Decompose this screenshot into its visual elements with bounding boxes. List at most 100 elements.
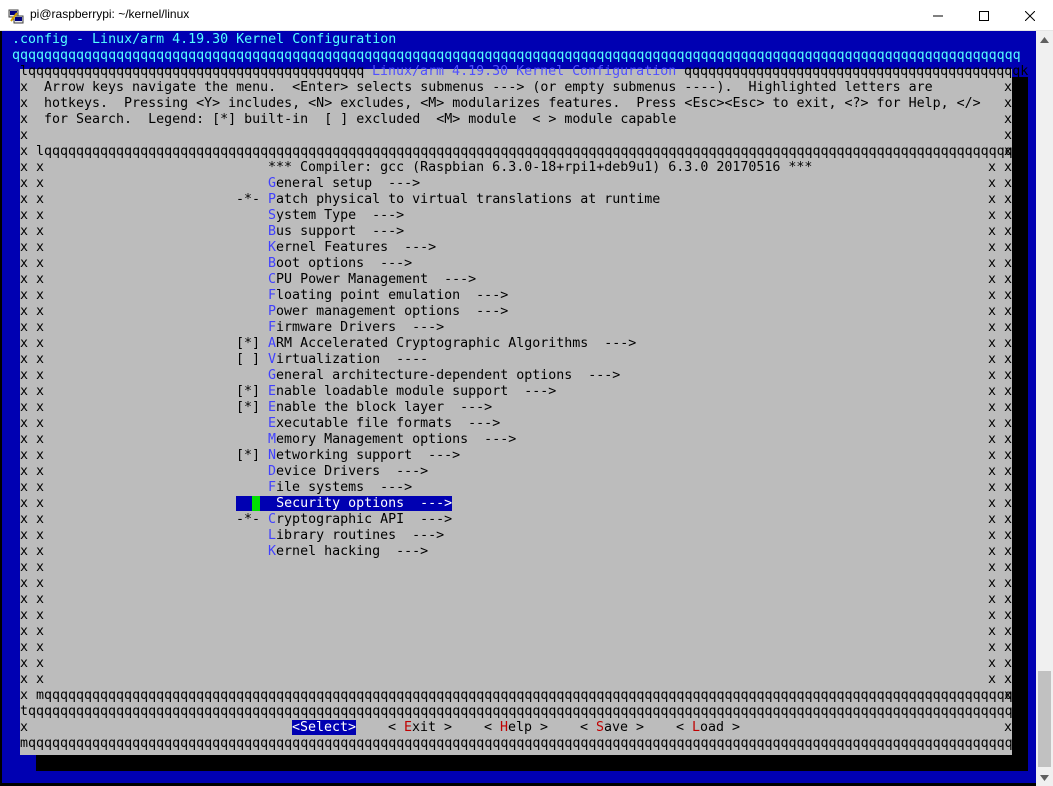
menu-item[interactable]: [*] ARM Accelerated Cryptographic Algori… — [236, 336, 636, 352]
menu-item[interactable]: Security options ---> — [236, 496, 453, 512]
dialog-side-border: x — [1004, 656, 1013, 671]
menu-item[interactable]: Device Drivers ---> — [236, 464, 428, 480]
menu-side-border: x — [988, 192, 997, 207]
vertical-scrollbar[interactable] — [1036, 31, 1053, 786]
menu-item[interactable]: Floating point emulation ---> — [236, 288, 508, 304]
menu-side-border: x — [36, 608, 45, 623]
menu-side-border: x — [36, 544, 45, 559]
menu-item[interactable]: Kernel Features ---> — [236, 240, 436, 256]
terminal-screen[interactable]: .config - Linux/arm 4.19.30 Kernel Confi… — [2, 31, 1036, 783]
maximize-button[interactable] — [961, 0, 1007, 31]
dialog-side-border: x — [20, 144, 29, 159]
dialog-side-border: x — [20, 576, 29, 591]
menu-item-label: nable the block layer ---> — [276, 400, 493, 415]
menu-side-border: x — [36, 624, 45, 639]
menu-side-border: x — [36, 448, 45, 463]
menu-item[interactable]: *** Compiler: gcc (Raspbian 6.3.0-18+rpi… — [236, 160, 812, 176]
menu-side-border: x — [988, 592, 997, 607]
exit-button[interactable]: < Exit > — [388, 720, 452, 736]
select-button[interactable]: <Select> — [292, 720, 357, 736]
menu-item[interactable]: Power management options ---> — [236, 304, 508, 320]
menu-item-label: *** Compiler: gcc (Raspbian 6.3.0-18+rpi… — [268, 160, 813, 175]
menu-item[interactable]: Boot options ---> — [236, 256, 412, 272]
help-text: Arrow keys navigate the menu. <Enter> se… — [44, 80, 933, 95]
button-hotkey: H — [500, 720, 509, 735]
dialog-side-border: x — [20, 256, 29, 271]
menu-side-border: x — [36, 592, 45, 607]
menu-side-border: x — [36, 672, 45, 687]
button-label: < — [388, 720, 405, 735]
putty-icon[interactable] — [8, 8, 24, 24]
menu-side-border: x — [988, 256, 997, 271]
menu-item-prefix — [236, 416, 268, 431]
menu-side-border: x — [988, 656, 997, 671]
menu-side-border: x — [36, 464, 45, 479]
scroll-up-button[interactable] — [1036, 31, 1053, 48]
button-label: xit > — [412, 720, 453, 735]
menu-item[interactable]: Kernel hacking ---> — [236, 544, 428, 560]
menu-side-border: x — [988, 288, 997, 303]
menu-item[interactable]: [*] Networking support ---> — [236, 448, 460, 464]
menu-item[interactable]: Library routines ---> — [236, 528, 444, 544]
dialog-side-border: x — [20, 720, 29, 735]
dialog-side-border: x — [1004, 448, 1013, 463]
menu-side-border: x — [988, 528, 997, 543]
dialog-side-border: x — [20, 176, 29, 191]
minimize-icon — [933, 15, 943, 16]
dialog-side-border: x — [20, 96, 29, 111]
menu-item-hotkey: C — [268, 272, 277, 287]
button-hotkey: E — [404, 720, 413, 735]
menu-item[interactable]: General setup ---> — [236, 176, 420, 192]
menu-side-border: x — [988, 400, 997, 415]
menu-side-border: x — [36, 512, 45, 527]
dialog-top-border: lqqqqqqqqqqqqqqqqqqqqqqqqqqqqqqqqqqqqqqq… — [20, 64, 365, 79]
dialog-side-border: x — [1004, 640, 1013, 655]
menu-side-border: x — [988, 480, 997, 495]
menu-item[interactable]: File systems ---> — [236, 480, 412, 496]
menu-item[interactable]: System Type ---> — [236, 208, 404, 224]
close-icon — [1025, 10, 1035, 21]
menu-item[interactable]: General architecture-dependent options -… — [236, 368, 620, 384]
save-button[interactable]: < Save > — [580, 720, 644, 736]
dialog-side-border: x — [20, 416, 29, 431]
dialog-side-border: x — [1004, 512, 1013, 527]
dialog-side-border: x — [20, 320, 29, 335]
menu-item[interactable]: [*] Enable loadable module support ---> — [236, 384, 556, 400]
menu-item-prefix — [260, 496, 269, 511]
dialog-side-border: x — [1004, 352, 1013, 367]
menu-item[interactable]: -*- Patch physical to virtual translatio… — [236, 192, 660, 208]
menu-item[interactable]: Executable file formats ---> — [236, 416, 500, 432]
menu-item[interactable]: CPU Power Management ---> — [236, 272, 476, 288]
dialog-side-border: x — [20, 240, 29, 255]
menu-side-border: x — [36, 208, 45, 223]
minimize-button[interactable] — [915, 0, 961, 31]
scroll-down-button[interactable] — [1036, 769, 1053, 786]
scroll-thumb[interactable] — [1038, 671, 1051, 767]
menu-item[interactable]: Bus support ---> — [236, 224, 404, 240]
chevron-up-icon — [1040, 36, 1049, 43]
dialog-side-border: x — [1004, 592, 1013, 607]
dialog-side-border: x — [20, 160, 29, 175]
menu-side-border: x — [988, 672, 997, 687]
menu-item[interactable]: -*- Cryptographic API ---> — [236, 512, 452, 528]
menu-side-border: x — [36, 160, 45, 175]
terminal-window[interactable]: .config - Linux/arm 4.19.30 Kernel Confi… — [0, 31, 1053, 786]
menu-item[interactable]: Memory Management options ---> — [236, 432, 516, 448]
menu-item-prefix — [236, 544, 268, 559]
menu-item[interactable]: [*] Enable the block layer ---> — [236, 400, 492, 416]
menu-side-border: x — [988, 624, 997, 639]
menu-item[interactable]: Firmware Drivers ---> — [236, 320, 444, 336]
dialog-side-border: x — [1004, 624, 1013, 639]
help-button[interactable]: < Help > — [484, 720, 548, 736]
menu-item-prefix — [236, 464, 268, 479]
menu-item[interactable]: [ ] Virtualization ---- — [236, 352, 428, 368]
menu-item-label: ernel hacking ---> — [276, 544, 429, 559]
button-label: oad > — [700, 720, 741, 735]
close-button[interactable] — [1007, 0, 1053, 31]
menu-side-border: x — [988, 384, 997, 399]
load-button[interactable]: < Load > — [676, 720, 740, 736]
chevron-down-icon — [1040, 774, 1049, 781]
menu-item-hotkey: F — [268, 320, 277, 335]
dialog-side-border: x — [20, 624, 29, 639]
dialog-side-border: x — [20, 608, 29, 623]
